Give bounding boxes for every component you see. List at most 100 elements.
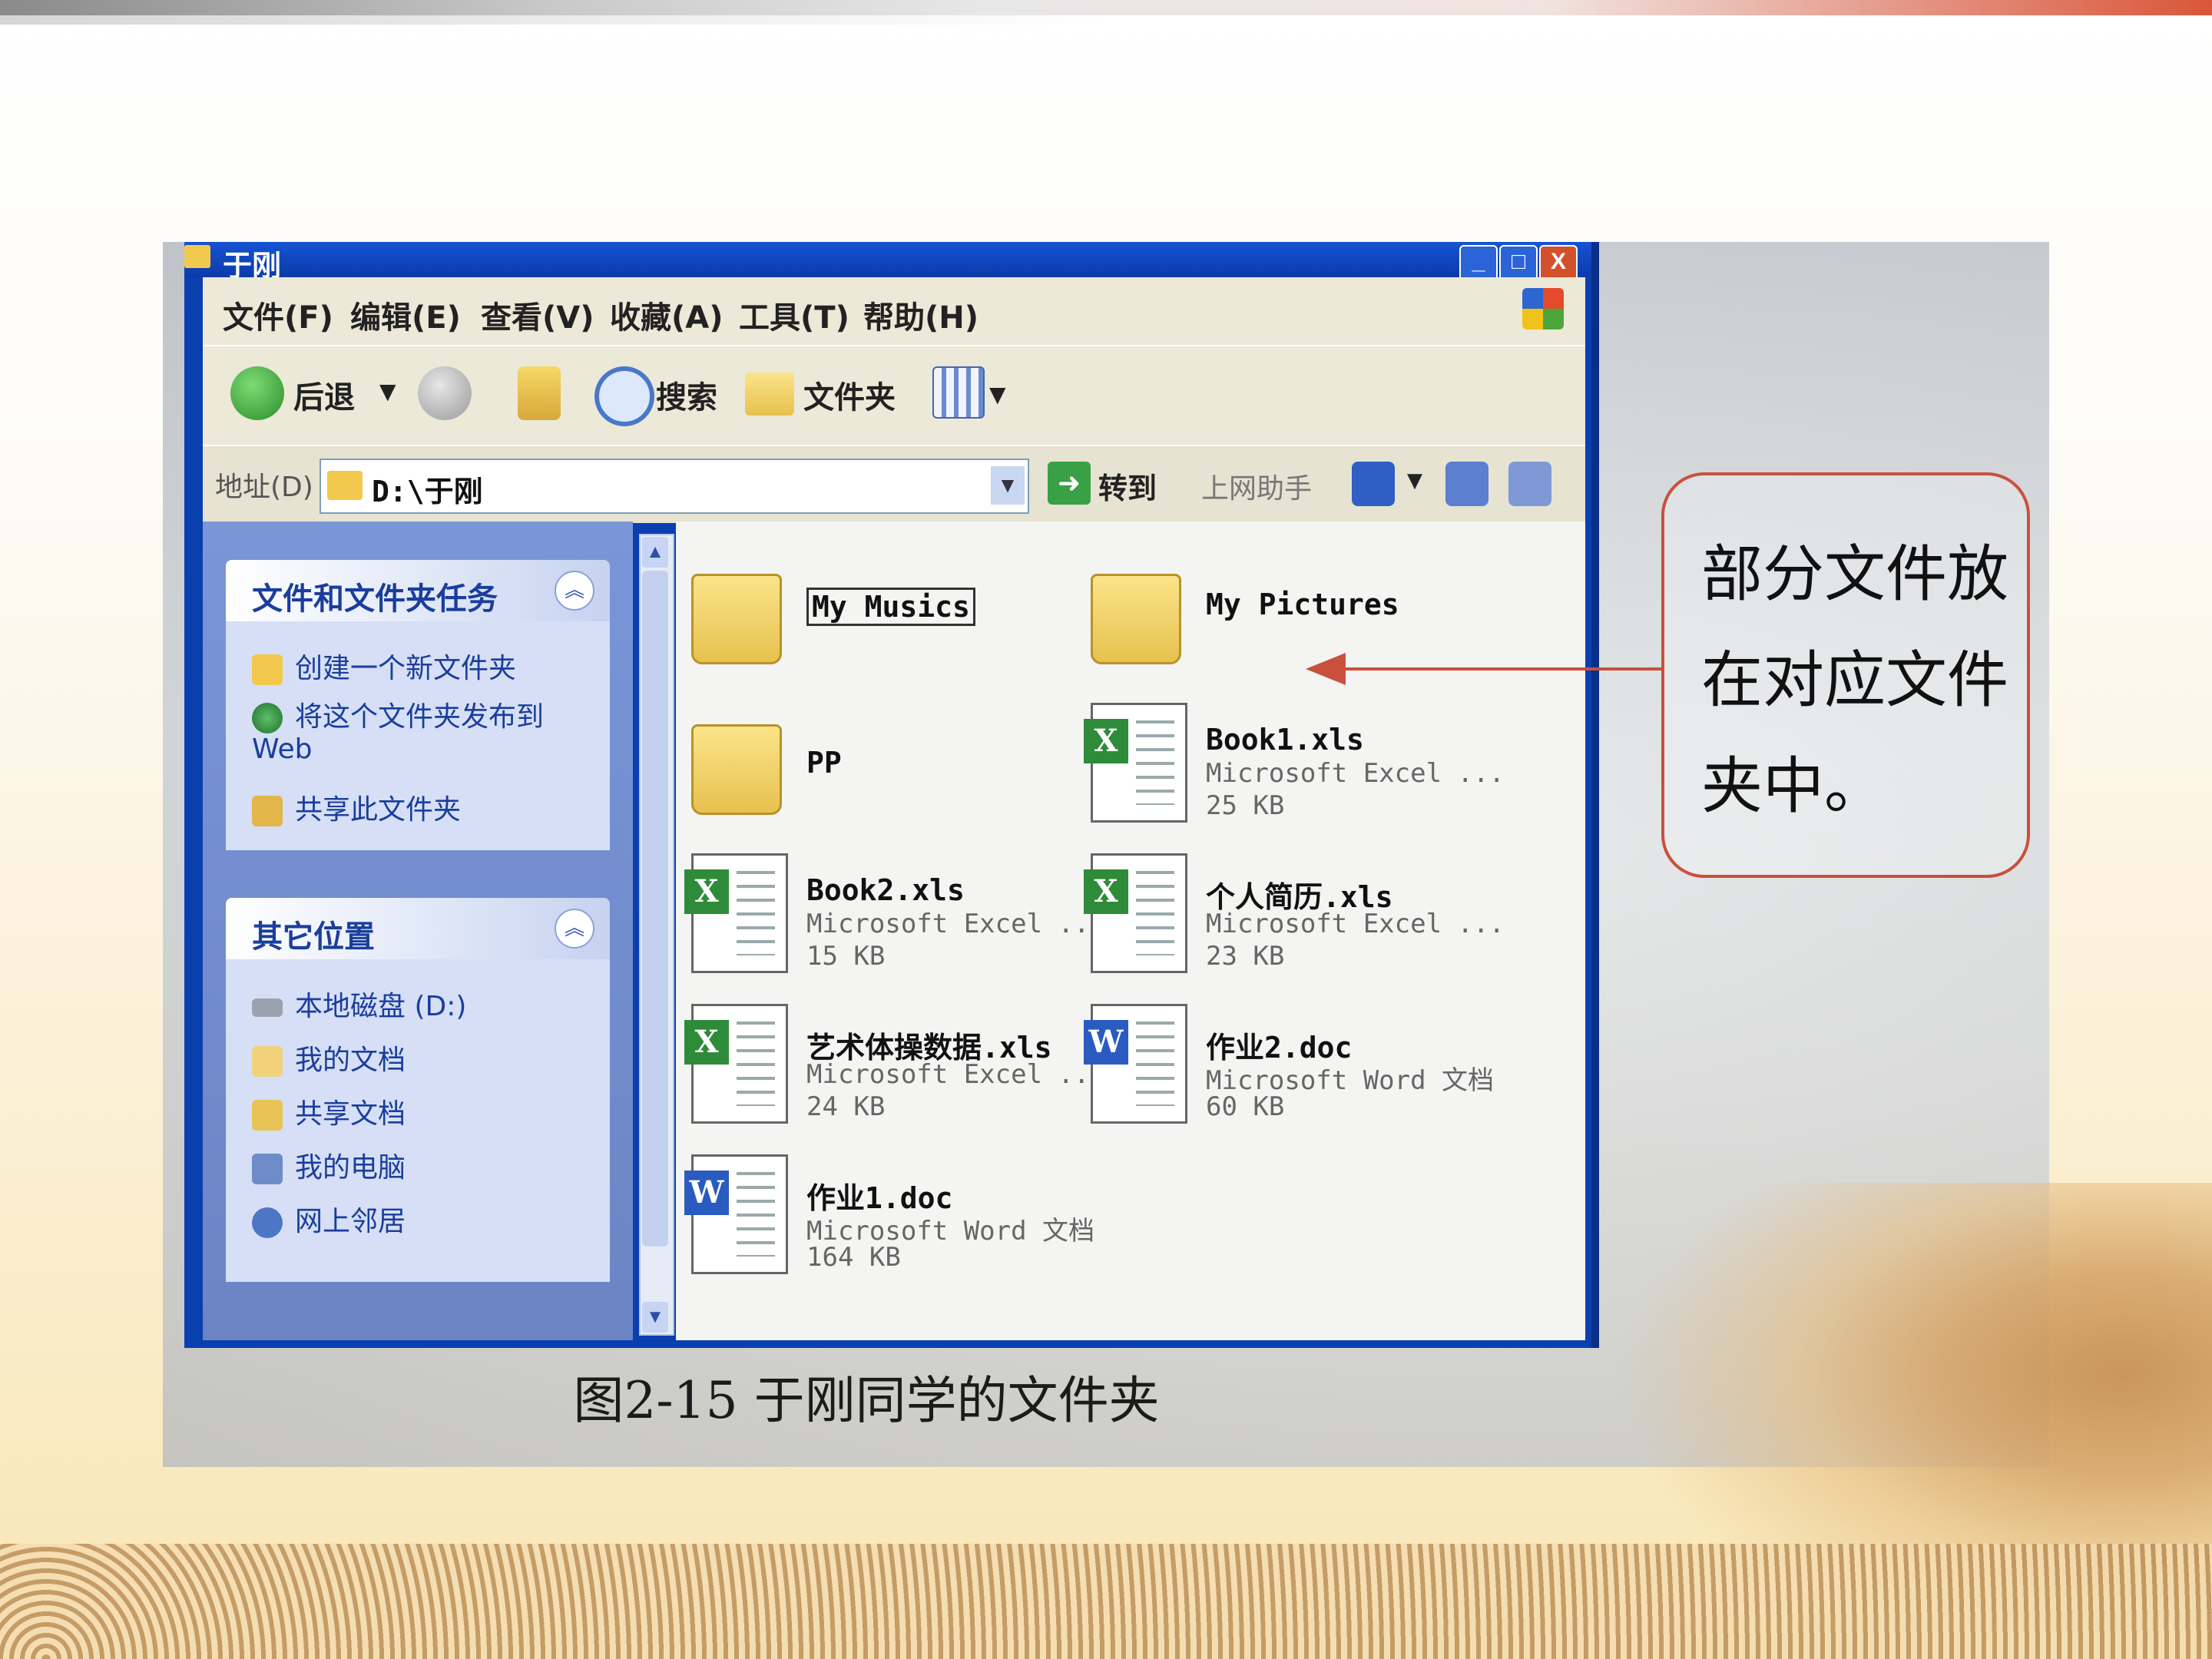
- file-item[interactable]: W 作业1.doc Microsoft Word 文档 164 KB: [684, 1154, 1094, 1300]
- views-dropdown-icon[interactable]: ▼: [989, 382, 1006, 407]
- other-places-panel: 其它位置 ︽ 本地磁盘 (D:) 我的文档 共享文档 我的电脑 网上邻居: [226, 898, 610, 1282]
- word-file-icon: W: [1084, 1004, 1187, 1124]
- address-value[interactable]: D:\于刚: [372, 468, 483, 510]
- file-type: Microsoft Excel ...: [1206, 909, 1505, 939]
- back-button-label[interactable]: 后退: [293, 373, 355, 417]
- address-label: 地址(D): [215, 472, 313, 503]
- menu-view[interactable]: 查看(V): [481, 293, 594, 337]
- maximize-button[interactable]: □: [1499, 245, 1538, 282]
- search-button-label[interactable]: 搜索: [656, 373, 717, 417]
- address-bar: 地址(D) D:\于刚 ▼ ➜ 转到 上网助手 ▼: [203, 445, 1585, 523]
- back-dropdown-icon[interactable]: ▼: [379, 379, 396, 404]
- menu-tools[interactable]: 工具(T): [739, 293, 849, 337]
- assistant-dropdown-icon[interactable]: ▼: [1407, 469, 1422, 492]
- task-pane: 文件和文件夹任务 ︽ 创建一个新文件夹 将这个文件夹发布到Web 共享此文件夹 …: [203, 522, 633, 1340]
- task-publish-web[interactable]: 将这个文件夹发布到Web: [252, 701, 559, 766]
- other-places-title: 其它位置: [252, 919, 375, 955]
- file-tasks-title: 文件和文件夹任务: [252, 581, 498, 617]
- file-size: 60 KB: [1206, 1091, 1285, 1122]
- up-folder-icon[interactable]: [518, 366, 561, 420]
- place-network[interactable]: 网上邻居: [252, 1199, 406, 1239]
- task-share-folder[interactable]: 共享此文件夹: [252, 787, 461, 827]
- go-button-label[interactable]: 转到: [1098, 465, 1157, 507]
- scroll-up-icon[interactable]: ▲: [642, 537, 668, 568]
- forward-arrow-icon[interactable]: [418, 366, 472, 420]
- file-item[interactable]: X Book1.xls Microsoft Excel ... 25 KB: [1084, 703, 1505, 849]
- top-accent-bar: [0, 0, 2212, 15]
- file-size: 25 KB: [1206, 790, 1285, 821]
- place-shared-documents[interactable]: 共享文档: [252, 1091, 406, 1131]
- file-item[interactable]: W 作业2.doc Microsoft Word 文档 60 KB: [1084, 1004, 1494, 1150]
- file-item[interactable]: X 艺术体操数据.xls Microsoft Excel ... 24 KB: [684, 1004, 1105, 1150]
- folder-icon: [691, 574, 782, 664]
- task-new-folder[interactable]: 创建一个新文件夹: [252, 646, 516, 686]
- file-name[interactable]: My Pictures: [1206, 588, 1399, 621]
- new-folder-icon: [252, 654, 283, 685]
- place-my-documents[interactable]: 我的文档: [252, 1038, 406, 1078]
- close-button[interactable]: X: [1539, 245, 1578, 282]
- file-size: 24 KB: [806, 1091, 886, 1122]
- place-local-disk[interactable]: 本地磁盘 (D:): [252, 984, 466, 1024]
- explorer-window: 于刚 _ □ X 文件(F) 编辑(E) 查看(V) 收藏(A) 工具(T) 帮…: [184, 242, 1599, 1348]
- callout-arrow-head-icon: [1306, 653, 1346, 685]
- menu-favorites[interactable]: 收藏(A): [610, 293, 724, 337]
- folder-icon: [1091, 574, 1181, 664]
- scroll-thumb[interactable]: [642, 571, 668, 1247]
- folders-button-label[interactable]: 文件夹: [803, 373, 896, 417]
- menu-help[interactable]: 帮助(H): [863, 293, 979, 337]
- assistant-label: 上网助手: [1201, 473, 1313, 505]
- search-icon[interactable]: [594, 366, 654, 426]
- place-my-computer[interactable]: 我的电脑: [252, 1145, 406, 1185]
- my-documents-icon: [252, 1046, 283, 1077]
- minimize-button[interactable]: _: [1459, 245, 1498, 282]
- computer-icon: [252, 1154, 283, 1184]
- folder-title-icon: [184, 245, 210, 268]
- file-item[interactable]: My Musics: [691, 552, 1091, 698]
- windows-logo-icon: [1522, 288, 1564, 329]
- callout-text: 部分文件放在对应文件夹中。: [1701, 538, 2008, 822]
- collapse-chevron-icon[interactable]: ︽: [555, 571, 594, 611]
- file-type: Microsoft Excel ...: [806, 909, 1105, 939]
- file-item[interactable]: X 个人简历.xls Microsoft Excel ... 23 KB: [1084, 853, 1505, 999]
- file-size: 15 KB: [806, 941, 886, 972]
- file-name[interactable]: Book1.xls: [1206, 723, 1364, 757]
- file-type: Microsoft Excel ...: [1206, 758, 1505, 789]
- callout-arrow-line: [1344, 667, 1661, 671]
- excel-file-icon: X: [684, 853, 788, 973]
- file-type: Microsoft Excel ...: [806, 1059, 1105, 1090]
- views-icon[interactable]: [932, 366, 985, 419]
- file-tasks-header[interactable]: 文件和文件夹任务 ︽: [226, 560, 610, 621]
- file-list: My Musics My Pictures PP X Book1.xls Mic…: [676, 522, 1585, 1340]
- go-arrow-icon[interactable]: ➜: [1048, 462, 1091, 505]
- back-arrow-icon[interactable]: [230, 366, 284, 420]
- scroll-down-icon[interactable]: ▼: [642, 1302, 668, 1333]
- file-size: 23 KB: [1206, 941, 1285, 972]
- address-field[interactable]: D:\于刚 ▼: [320, 459, 1029, 514]
- excel-file-icon: X: [684, 1004, 788, 1124]
- disk-drive-icon: [252, 998, 283, 1017]
- folder-icon: [691, 724, 782, 815]
- wave-border-decoration: [0, 1544, 2212, 1659]
- file-name[interactable]: PP: [806, 746, 842, 780]
- other-places-header[interactable]: 其它位置 ︽: [226, 898, 610, 959]
- menu-bar: 文件(F) 编辑(E) 查看(V) 收藏(A) 工具(T) 帮助(H): [203, 277, 1585, 345]
- menu-file[interactable]: 文件(F): [223, 293, 333, 337]
- menu-edit[interactable]: 编辑(E): [350, 293, 461, 337]
- file-item[interactable]: PP: [691, 703, 1091, 849]
- vertical-scrollbar[interactable]: ▲ ▼: [639, 534, 674, 1336]
- folders-icon[interactable]: [745, 373, 794, 416]
- figure-caption: 图2-15 于刚同学的文件夹: [573, 1371, 1160, 1430]
- address-dropdown-icon[interactable]: ▼: [991, 466, 1025, 505]
- assistant-erase-icon[interactable]: [1508, 462, 1551, 506]
- assistant-tool-icon[interactable]: [1445, 462, 1488, 506]
- file-name[interactable]: My Musics: [806, 588, 975, 626]
- excel-file-icon: X: [1084, 853, 1187, 973]
- assistant-check-icon[interactable]: [1352, 462, 1395, 506]
- network-icon: [252, 1207, 283, 1238]
- file-name[interactable]: Book2.xls: [806, 873, 965, 907]
- file-item[interactable]: My Pictures: [1091, 552, 1490, 698]
- collapse-chevron-icon[interactable]: ︽: [555, 909, 594, 949]
- file-item[interactable]: X Book2.xls Microsoft Excel ... 15 KB: [684, 853, 1105, 999]
- top-accent-shine: [0, 15, 1106, 25]
- word-file-icon: W: [684, 1154, 788, 1274]
